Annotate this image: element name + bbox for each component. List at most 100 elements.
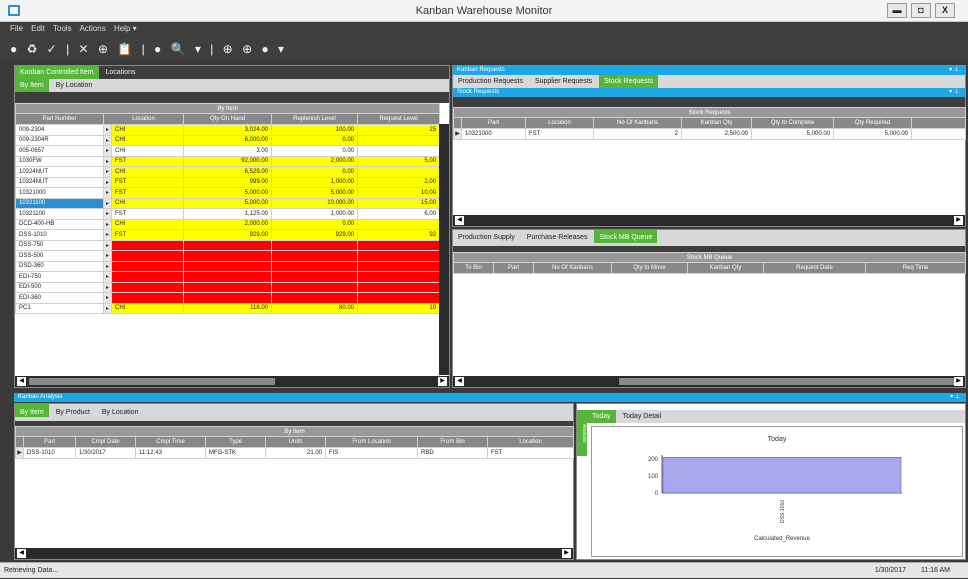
menu-file[interactable]: File: [10, 24, 23, 33]
table-row[interactable]: 10321000 ▸ FST 5,000.00 5,000.00 10,00: [15, 187, 441, 199]
items-hscroll[interactable]: ◀ ▶: [15, 376, 449, 387]
pin-icon[interactable]: ▾ ⊥: [949, 88, 959, 97]
cell-location: CHI: [111, 166, 184, 178]
tab-stock-requests[interactable]: Stock Requests: [599, 75, 659, 88]
kanban-requests-panel: Kanban Requests ▾ ⊥ Production Requests S…: [452, 65, 967, 227]
toolbar-icons[interactable]: ● ♻ ✓ | ✕ ⊕ 📋 | ● 🔍 ▾ | ⊕ ⊕ ● ▾: [10, 42, 287, 56]
analysis-side-tab[interactable]: Analysis: [577, 410, 587, 456]
table-row[interactable]: ▶ DSS-1010 1/30/2017 11:12:43 MFG-STK 21…: [15, 447, 575, 459]
menu-tools[interactable]: Tools: [53, 24, 72, 33]
tab-production-requests[interactable]: Production Requests: [453, 75, 528, 88]
col-units[interactable]: Units: [265, 436, 326, 448]
tab-by-item[interactable]: By Item: [15, 79, 49, 92]
table-row[interactable]: PC1 ▸ CHI 118.00 80.00 10: [15, 302, 441, 314]
chart-tabs: Today Today Detail: [587, 410, 965, 423]
tab-today[interactable]: Today: [587, 410, 616, 423]
tab-locations[interactable]: Locations: [101, 66, 141, 79]
cell-qty-on-hand: 5,000.00: [183, 197, 272, 209]
col-no-of-kanbans[interactable]: No Of Kanbans: [593, 117, 682, 129]
scroll-right-icon[interactable]: ▶: [562, 549, 571, 558]
tab-by-location[interactable]: By Location: [97, 404, 144, 417]
queue-hscroll[interactable]: ◀ ▶: [453, 376, 965, 387]
cell-qty-on-hand: 0.00: [183, 281, 272, 293]
minimize-button[interactable]: ▬: [887, 3, 907, 18]
scroll-left-icon[interactable]: ◀: [455, 377, 464, 386]
items-vscroll[interactable]: [439, 124, 449, 375]
scroll-right-icon[interactable]: ▶: [438, 377, 447, 386]
table-row[interactable]: 009-2304R ▸ CHI 6,000.00 0.00: [15, 134, 441, 146]
col-request-date[interactable]: Request Date: [763, 262, 866, 274]
table-row[interactable]: 10324NUT ▸ CHI 6,529.00 0.00: [15, 166, 441, 178]
supply-panel: Production Supply Purchase Releases Stoc…: [452, 229, 967, 388]
tab-stock-mb-queue[interactable]: Stock MB Queue: [594, 230, 658, 243]
scroll-right-icon[interactable]: ▶: [954, 377, 963, 386]
cell-part-number: DSD-360: [15, 260, 104, 272]
col-qty-to-complete[interactable]: Qty to Complete: [751, 117, 834, 129]
cell-request-level: 15,00: [356, 197, 441, 209]
table-row[interactable]: DCD-400-HB ▸ CHI 2,000.00 0.00: [15, 218, 441, 230]
col-location[interactable]: Location: [486, 436, 575, 448]
col-qty-required[interactable]: Qty Required: [833, 117, 912, 129]
scroll-left-icon[interactable]: ◀: [17, 549, 26, 558]
table-row[interactable]: EDI-360 ▸ CHI 0.00 0.00: [15, 292, 441, 304]
table-row[interactable]: EDI-750 ▸ CHI 0.00 0.00: [15, 271, 441, 283]
col-location[interactable]: Location: [103, 113, 184, 125]
row-indicator-icon: ▸: [103, 260, 112, 272]
pin-icon[interactable]: ▾ ⊥: [949, 66, 959, 75]
col-kanban-qty[interactable]: Kanban Qty: [687, 262, 764, 274]
close-button[interactable]: X: [935, 3, 955, 18]
col-cmpl-time[interactable]: Cmpl Time: [135, 436, 206, 448]
col-location[interactable]: Location: [525, 117, 594, 129]
maximize-button[interactable]: ◘: [911, 3, 931, 18]
tab-by-location[interactable]: By Location: [51, 79, 98, 92]
kanban-analysis-header: Kanban Analysis ▾ ⊥: [14, 393, 966, 402]
tab-supplier-requests[interactable]: Supplier Requests: [530, 75, 597, 88]
pin-icon[interactable]: ▾ ⊥: [950, 393, 960, 402]
col-request-level[interactable]: Request Level: [356, 113, 441, 125]
col-from-bin[interactable]: From Bin: [417, 436, 488, 448]
tab-by-product[interactable]: By Product: [51, 404, 95, 417]
tab-production-supply[interactable]: Production Supply: [453, 230, 520, 243]
row-indicator-icon: ▸: [103, 229, 112, 241]
table-row[interactable]: EDI-500 ▸ FST 0.00 0.00: [15, 281, 441, 293]
requests-hscroll[interactable]: ◀ ▶: [453, 215, 965, 226]
table-row[interactable]: DSS-750 ▸ CHI 0.00 0.00: [15, 239, 441, 251]
col-qty-on-hand[interactable]: Qty On Hand: [183, 113, 272, 125]
cell-qty-on-hand: 0.00: [183, 260, 272, 272]
table-row[interactable]: DSS-500 ▸ CHI 0.00 0.00: [15, 250, 441, 262]
tab-by-item[interactable]: By Item: [15, 404, 49, 417]
table-row[interactable]: DSD-360 ▸ CHI 0.00 0.00: [15, 260, 441, 272]
col-part[interactable]: Part: [461, 117, 526, 129]
col-cmpl-date[interactable]: Cmpl Date: [75, 436, 136, 448]
col-no-of-kanbans[interactable]: No Of Kanbans: [533, 262, 612, 274]
col-part-number[interactable]: Part Number: [15, 113, 104, 125]
menu-help[interactable]: Help ▾: [114, 24, 137, 33]
menu-edit[interactable]: Edit: [31, 24, 45, 33]
scroll-right-icon[interactable]: ▶: [954, 216, 963, 225]
table-row[interactable]: 10321100 ▸ CHI 5,000.00 10,000.00 15,00: [15, 197, 441, 209]
analysis-hscroll[interactable]: ◀ ▶: [15, 548, 573, 559]
tab-purchase-releases[interactable]: Purchase Releases: [522, 230, 593, 243]
col-to-bin[interactable]: To Bin: [453, 262, 494, 274]
table-row[interactable]: 1030FW ▸ FST 92,000.00 2,000.00 5,00: [15, 155, 441, 167]
requests-tabs: Production Requests Supplier Requests St…: [453, 75, 965, 88]
col-qty-to-move[interactable]: Qty to Move: [611, 262, 688, 274]
tab-today-detail[interactable]: Today Detail: [618, 410, 667, 423]
table-row[interactable]: DSS-1010 ▸ FST 929.00 929.00 92: [15, 229, 441, 241]
menu-actions[interactable]: Actions: [79, 24, 105, 33]
table-row[interactable]: 005-0657 ▸ CHI 3.00 0.00: [15, 145, 441, 157]
tab-kanban-controlled-item[interactable]: Kanban Controlled Item: [15, 66, 99, 79]
col-from-location[interactable]: From Location: [325, 436, 418, 448]
col-kanban-qty[interactable]: Kanban Qty: [681, 117, 752, 129]
col-req-time[interactable]: Req Time: [864, 262, 967, 274]
col-part[interactable]: Part: [493, 262, 534, 274]
col-replenish-level[interactable]: Replenish Level: [271, 113, 358, 125]
table-row[interactable]: 10324NUT ▸ FST 999.00 1,000.00 2,00: [15, 176, 441, 188]
table-row[interactable]: ▶ 10321000 FST 2 2,500.00 5,000.00 5,000…: [453, 128, 967, 140]
col-type[interactable]: Type: [205, 436, 266, 448]
col-part[interactable]: Part: [23, 436, 76, 448]
table-row[interactable]: 009-2304 ▸ CHI 3,024.00 100.00 25: [15, 124, 441, 136]
table-row[interactable]: 10321100 ▸ FST 1,125.00 1,000.00 6,00: [15, 208, 441, 220]
scroll-left-icon[interactable]: ◀: [455, 216, 464, 225]
scroll-left-icon[interactable]: ◀: [17, 377, 26, 386]
